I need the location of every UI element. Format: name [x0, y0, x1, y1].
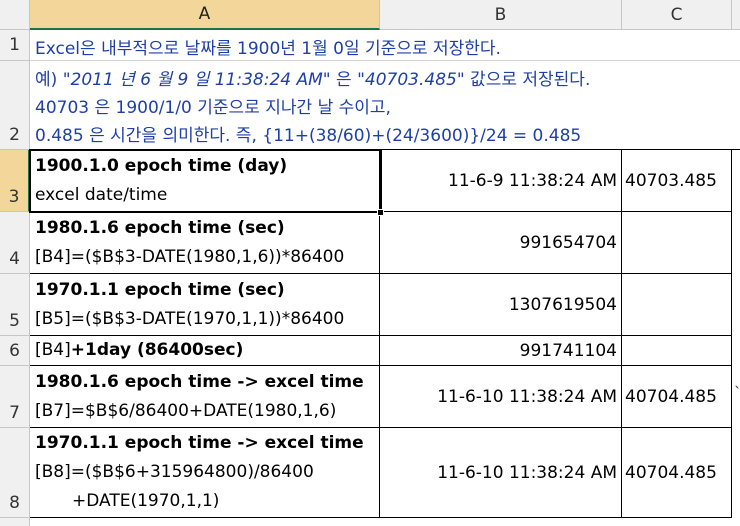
row-header-4[interactable]: 4 — [0, 212, 30, 274]
row-header-9[interactable] — [0, 518, 30, 526]
cell-a2-line2: 40703 은 1900/1/0 기준으로 지나간 날 수이고, — [35, 98, 391, 118]
example-datetime-string: "2011 년 6 월 9 일 11:38:24 AM" — [62, 70, 331, 90]
cell-a5[interactable]: 1970.1.1 epoch time (sec) [B5]=($B$3-DAT… — [30, 274, 380, 336]
cell-a2-line3: 0.485 은 시간을 의미한다. 즉, {11+(38/60)+(24/360… — [35, 126, 582, 146]
example-prefix: 예) — [35, 70, 63, 90]
row-header-1[interactable]: 1 — [0, 30, 30, 61]
cell-a8-title: 1970.1.1 epoch time -> excel time — [35, 433, 364, 453]
cell-a4-title: 1980.1.6 epoch time (sec) — [35, 218, 285, 238]
cell-c4[interactable] — [622, 212, 732, 274]
example-serial-value: "40703.485" — [357, 70, 465, 90]
column-header-b[interactable]: B — [380, 0, 622, 30]
cell-a7[interactable]: 1980.1.6 epoch time -> excel time [B7]=$… — [30, 366, 380, 428]
cell-a6-text: [B4]+1day (86400sec) — [35, 340, 243, 360]
row-header-6[interactable]: 6 — [0, 336, 30, 366]
cell-a4-formula: [B4]=($B$3-DATE(1980,1,6))*86400 — [35, 247, 345, 267]
cell-a7-title: 1980.1.6 epoch time -> excel time — [35, 372, 364, 392]
fill-handle[interactable] — [377, 209, 384, 216]
cell-a1[interactable]: Excel은 내부적으로 날짜를 1900년 1월 0일 기준으로 저장한다. — [30, 30, 740, 61]
cell-a8[interactable]: 1970.1.1 epoch time -> excel time [B8]=(… — [30, 428, 380, 518]
cell-c6[interactable] — [622, 336, 732, 366]
cell-d7-text: ` — [734, 384, 740, 402]
cell-b7[interactable]: 11-6-10 11:38:24 AM — [380, 366, 622, 428]
column-header-c[interactable]: C — [622, 0, 732, 30]
cell-c5[interactable] — [622, 274, 732, 336]
row-header-3[interactable]: 3 — [0, 150, 30, 212]
row-header-7[interactable]: 7 — [0, 366, 30, 428]
cell-a3-subtitle: excel date/time — [35, 185, 168, 205]
column-header-d[interactable] — [732, 0, 740, 30]
cell-a2[interactable]: 예) "2011 년 6 월 9 일 11:38:24 AM" 은 "40703… — [30, 61, 740, 150]
cell-a5-title: 1970.1.1 epoch time (sec) — [35, 280, 285, 300]
cell-a4[interactable]: 1980.1.6 epoch time (sec) [B4]=($B$3-DAT… — [30, 212, 380, 274]
row-header-5[interactable]: 5 — [0, 274, 30, 336]
cell-a2-line1: 예) "2011 년 6 월 9 일 11:38:24 AM" 은 "40703… — [35, 65, 590, 90]
example-connector: 은 — [330, 70, 358, 90]
cell-a6-label: +1day (86400sec) — [70, 340, 244, 360]
example-suffix: 값으로 저장된다. — [464, 70, 591, 90]
cell-b3[interactable]: 11-6-9 11:38:24 AM — [380, 150, 622, 212]
cell-a3-title: 1900.1.0 epoch time (day) — [35, 156, 288, 176]
cell-a6-ref: [B4] — [35, 340, 71, 360]
cell-c3[interactable]: 40703.485 — [622, 150, 732, 212]
cell-a1-text: Excel은 내부적으로 날짜를 1900년 1월 0일 기준으로 저장한다. — [35, 39, 501, 59]
row-header-2[interactable]: 2 — [0, 61, 30, 150]
cell-a5-formula: [B5]=($B$3-DATE(1970,1,1))*86400 — [35, 309, 345, 329]
cell-b6[interactable]: 991741104 — [380, 336, 622, 366]
cell-b8[interactable]: 11-6-10 11:38:24 AM — [380, 428, 622, 518]
cell-c8[interactable]: 40704.485 — [622, 428, 732, 518]
cell-a7-formula: [B7]=$B$6/86400+DATE(1980,1,6) — [35, 401, 337, 421]
cell-a3[interactable]: 1900.1.0 epoch time (day) excel date/tim… — [30, 150, 380, 212]
cell-c7[interactable]: 40704.485 — [622, 366, 732, 428]
row-header-8[interactable]: 8 — [0, 428, 30, 518]
select-all-corner[interactable] — [0, 0, 30, 30]
spreadsheet: A B C 1 2 3 4 5 6 7 8 Excel은 내부적으로 날짜를 1… — [0, 0, 740, 526]
cell-b4[interactable]: 991654704 — [380, 212, 622, 274]
cell-a6[interactable]: [B4]+1day (86400sec) — [30, 336, 380, 366]
cell-a8-formula-cont: +DATE(1970,1,1) — [72, 491, 220, 511]
cell-a8-formula: [B8]=($B$6+315964800)/86400 — [35, 462, 314, 482]
cell-b5[interactable]: 1307619504 — [380, 274, 622, 336]
column-header-a[interactable]: A — [30, 0, 380, 30]
